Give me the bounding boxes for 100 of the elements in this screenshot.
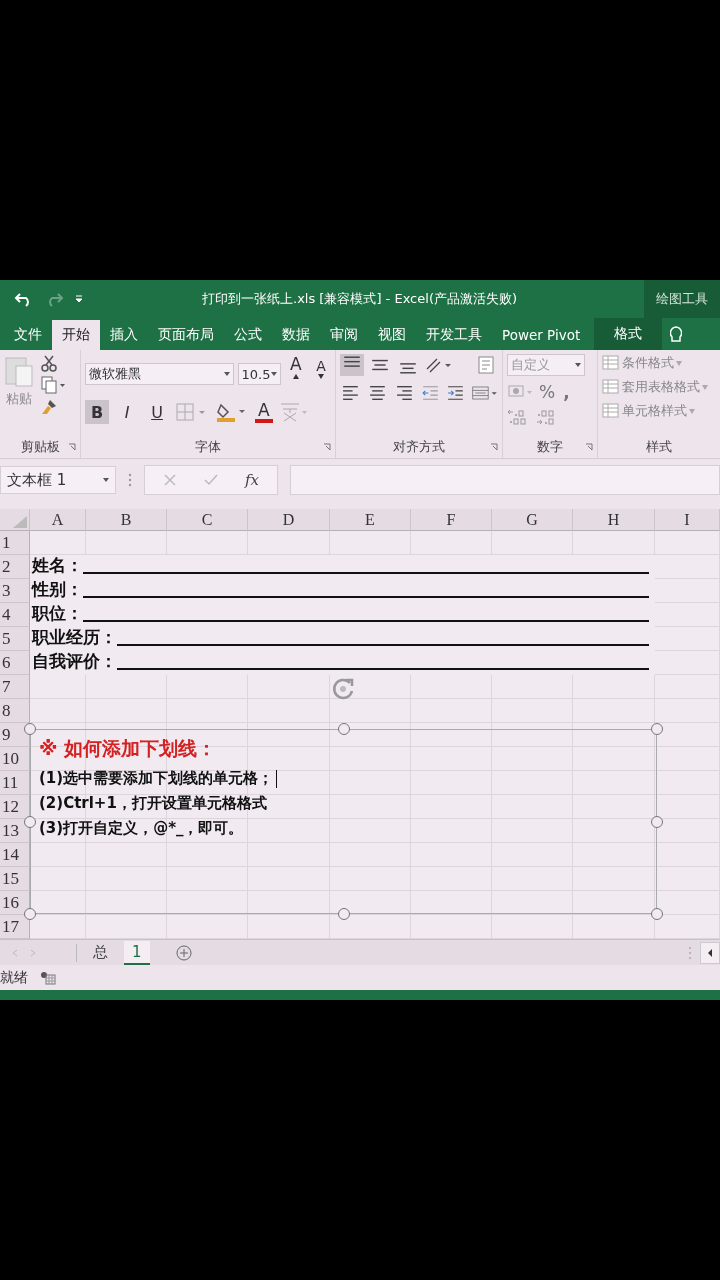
font-size-dropdown[interactable]: 10.5 [237,363,281,385]
row-header[interactable]: 15 [0,867,30,891]
font-style-button[interactable]: B [85,400,109,424]
resize-handle[interactable] [337,723,350,735]
ribbon-tab[interactable]: 审阅 [320,320,368,350]
dialog-launcher-icon[interactable] [490,443,498,451]
vertical-align-icon[interactable] [340,354,364,376]
row-header[interactable]: 12 [0,795,30,819]
column-header[interactable]: B [86,509,167,531]
row-header[interactable]: 9 [0,723,30,747]
table-style-icon [602,403,620,419]
spreadsheet-grid[interactable]: A B C D E F G H I 1 2 3 4 5 6 7 8 9 10 11 12 13 14 15 16 17 姓名： 性别： 职位： 职业经历： 自我评价： ※ 如何添加下划线： (1)选中需要添加下划线的单元格； (2)Ctrl+1，打开设置单元格格式 (3)打开自定义，@*_，即可。 [0,509,720,939]
group-title: 对齐方式 [393,438,445,456]
ribbon-tab[interactable]: 格式 [594,318,663,350]
context-label: 绘图工具 [644,280,720,318]
caret-down-icon[interactable] [676,360,682,366]
ribbon-tab[interactable]: 插入 [100,320,148,350]
text-box-heading: ※ 如何添加下划线： [39,736,218,761]
row-header[interactable]: 6 [0,651,30,675]
column-header[interactable]: E [330,509,411,531]
font-style-button[interactable]: I [115,400,139,424]
field-label: 性别： [32,578,83,601]
ribbon-tab[interactable]: 公式 [224,320,272,350]
window-title: 打印到一张纸上.xls [兼容模式] - Excel(产品激活失败) [202,290,519,308]
insert-function-button[interactable]: fx [245,471,259,489]
row-header[interactable]: 2 [0,555,30,579]
column-header[interactable]: H [573,509,655,531]
caret-down-icon[interactable] [702,384,708,390]
increase-indent-icon[interactable] [445,383,465,403]
resize-handle[interactable] [651,908,663,920]
row-header[interactable]: 16 [0,891,30,915]
row-header[interactable]: 17 [0,915,30,939]
font-style-button[interactable]: U [145,400,169,424]
customize-icon[interactable] [74,294,84,304]
row-header[interactable]: 10 [0,747,30,771]
font-color-button[interactable]: A [255,401,273,423]
macro-record-icon[interactable] [40,970,56,985]
row-header[interactable]: 11 [0,771,30,795]
dialog-launcher-icon[interactable] [68,443,76,451]
ribbon-tab[interactable]: 数据 [272,320,320,350]
row-header[interactable]: 3 [0,579,30,603]
column-header[interactable]: C [167,509,248,531]
ribbon-tab[interactable]: Power Pivot [492,320,591,350]
check-icon[interactable] [203,473,219,487]
percent-button[interactable]: % [539,382,556,402]
status-text: 就绪 [0,968,28,987]
cancel-icon[interactable] [163,473,177,487]
instruction-text: (2)Ctrl+1，打开设置单元格格式 [39,794,267,813]
resize-handle[interactable] [337,908,350,920]
ribbon-tab[interactable]: 页面布局 [148,320,224,350]
text-box[interactable]: ※ 如何添加下划线： (1)选中需要添加下划线的单元格； (2)Ctrl+1，打开设置单元格格式 (3)打开自定义，@*_，即可。 [30,729,657,914]
more-icon [128,473,132,487]
shrink-font-button[interactable]: A [310,358,331,390]
add-sheet-icon[interactable] [175,944,192,961]
column-header[interactable]: F [411,509,492,531]
resize-handle[interactable] [651,723,663,735]
merge-cells-icon[interactable] [470,383,499,403]
lightbulb-icon[interactable] [670,325,683,345]
ribbon-tab[interactable]: 开始 [52,320,100,350]
scroll-left-button[interactable] [700,941,720,964]
row-header[interactable]: 13 [0,819,30,843]
row-header[interactable]: 1 [0,531,30,555]
table-style-icon [602,355,620,371]
cut-icon[interactable] [40,354,58,372]
caret-down-icon[interactable] [689,408,695,414]
more-icon [688,945,692,960]
field-label: 职位： [32,602,83,625]
field-label: 职业经历： [32,626,117,649]
row-header[interactable]: 7 [0,675,30,699]
sheet-tab[interactable]: 总 [85,940,116,965]
dialog-launcher-icon[interactable] [585,443,593,451]
row-header[interactable]: 14 [0,843,30,867]
grow-font-button[interactable]: A [284,354,307,394]
field-label: 自我评价： [32,650,117,673]
resize-handle[interactable] [651,815,663,828]
ribbon-tab[interactable]: 视图 [368,320,416,350]
ribbon-tab[interactable]: 开发工具 [416,320,492,350]
column-header[interactable]: G [492,509,573,531]
row-header[interactable]: 8 [0,699,30,723]
column-header[interactable]: A [30,509,86,531]
column-header[interactable]: D [248,509,330,531]
column-header[interactable]: I [655,509,720,531]
copy-icon[interactable] [40,376,66,394]
row-header[interactable]: 5 [0,627,30,651]
sheet-tab[interactable]: 1 [124,940,150,965]
format-painter-icon[interactable] [40,398,58,416]
name-box[interactable]: 文本框 1 [0,466,116,494]
font-name-dropdown[interactable]: 微软雅黑 [85,363,234,385]
ribbon-tab[interactable]: 文件 [4,320,52,350]
row-header[interactable]: 4 [0,603,30,627]
decrease-indent-icon[interactable] [420,383,440,403]
formula-input[interactable] [290,465,720,495]
caret-down-icon [318,374,325,379]
group-title: 字体 [195,438,221,456]
left-arrow-icon [706,947,714,958]
group-title: 样式 [646,438,672,456]
instruction-text: (1)选中需要添加下划线的单元格； [39,769,274,788]
phonetic-icon[interactable] [278,401,309,423]
dialog-launcher-icon[interactable] [323,443,331,451]
comma-button[interactable]: , [563,382,570,402]
